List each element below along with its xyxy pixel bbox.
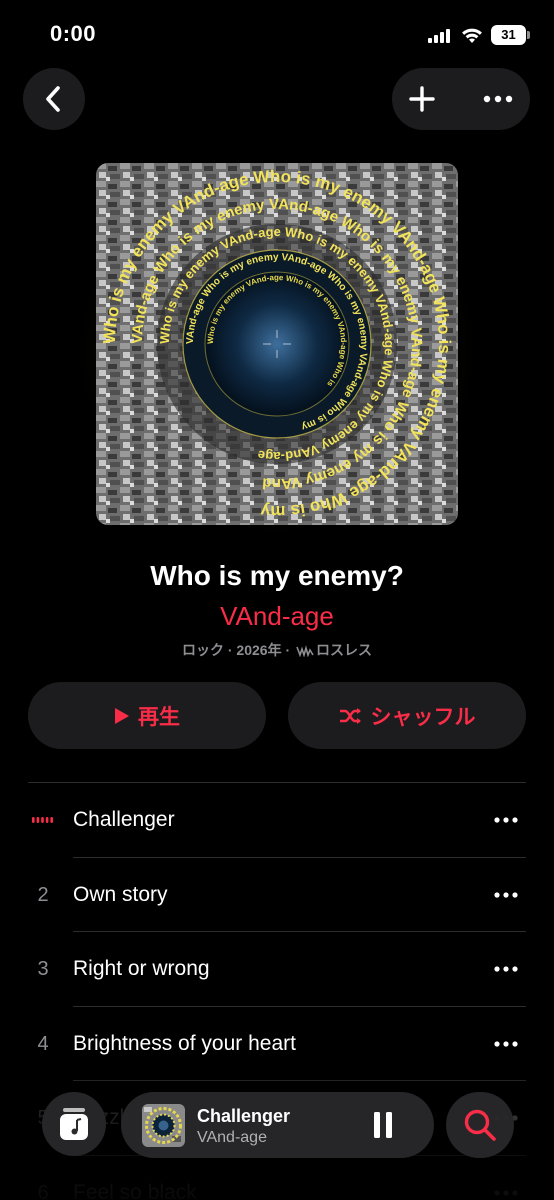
mini-player-artwork: [142, 1104, 185, 1147]
add-to-library-button[interactable]: [400, 77, 444, 121]
album-meta-genre-year: ロック · 2026年 ·: [181, 642, 295, 658]
header-action-group: [392, 68, 530, 130]
album-screen: 0:00 31 Who is my enemy VAnd-age Who is …: [0, 0, 554, 1200]
ellipsis-icon: [494, 817, 518, 823]
track-title: Right or wrong: [73, 957, 210, 980]
album-artist-link[interactable]: VAnd-age: [0, 601, 554, 632]
album-artwork[interactable]: Who is my enemy VAnd-age Who is my enemy…: [96, 163, 458, 525]
library-button[interactable]: [42, 1092, 106, 1156]
track-title: Feel so black: [73, 1180, 197, 1200]
play-icon: [115, 707, 129, 724]
status-bar: 0:00 31: [0, 0, 554, 62]
cellular-signal-icon: [428, 29, 454, 43]
track-row-1[interactable]: Challenger: [0, 783, 554, 858]
music-library-icon: [60, 1108, 88, 1140]
mini-player-artist: VAnd-age: [197, 1129, 267, 1146]
shuffle-button[interactable]: シャッフル: [288, 682, 526, 749]
track-title: Brightness of your heart: [73, 1031, 296, 1055]
plus-icon: [409, 86, 435, 112]
track-row-3[interactable]: 3 Right or wrong: [0, 932, 554, 1007]
track-more-button[interactable]: [486, 875, 526, 915]
album-title: Who is my enemy?: [150, 560, 404, 591]
track-more-button[interactable]: [486, 949, 526, 989]
battery-tip: [527, 31, 530, 39]
track-more-button[interactable]: [486, 800, 526, 840]
track-number: 6: [37, 1181, 49, 1200]
search-button[interactable]: [446, 1092, 514, 1158]
chevron-left-icon: [46, 86, 60, 112]
mini-player-title: Challenger: [197, 1106, 291, 1126]
pause-icon: [374, 1112, 392, 1138]
track-title: Own story: [73, 882, 168, 906]
track-more-button[interactable]: [486, 1024, 526, 1064]
search-icon: [464, 1109, 496, 1141]
pause-button[interactable]: [367, 1109, 399, 1141]
track-more-button[interactable]: [486, 1173, 526, 1200]
play-button-label: 再生: [138, 705, 180, 729]
ellipsis-icon: [494, 966, 518, 972]
track-row-4[interactable]: 4 Brightness of your heart: [0, 1007, 554, 1081]
ellipsis-icon: [494, 1040, 518, 1047]
ellipsis-icon: [494, 891, 518, 898]
album-meta: ロック · 2026年 · ロスレス: [0, 640, 554, 660]
shuffle-button-label: シャッフル: [370, 705, 476, 729]
album-meta-quality: ロスレス: [316, 642, 373, 658]
track-title: Challenger: [73, 808, 175, 831]
back-button[interactable]: [23, 68, 85, 130]
lossless-icon: [296, 645, 314, 657]
ellipsis-icon: [494, 1189, 518, 1196]
status-time: 0:00: [50, 21, 97, 46]
play-button[interactable]: 再生: [28, 682, 266, 749]
album-artwork-image: Who is my enemy VAnd-age Who is my enemy…: [96, 163, 458, 525]
track-number: 2: [37, 883, 49, 906]
mini-player[interactable]: Challenger VAnd-age: [121, 1092, 434, 1158]
track-number: 3: [37, 958, 49, 980]
ellipsis-icon: [483, 95, 513, 103]
album-more-button[interactable]: [476, 77, 520, 121]
track-row-2[interactable]: 2 Own story: [0, 858, 554, 932]
wifi-icon: [462, 28, 482, 43]
track-row-6[interactable]: 6 Feel so black: [0, 1156, 554, 1200]
track-number: 4: [37, 1032, 49, 1055]
now-playing-indicator-icon: [32, 817, 53, 823]
shuffle-icon: [339, 707, 361, 724]
battery-indicator: 31: [491, 25, 526, 45]
